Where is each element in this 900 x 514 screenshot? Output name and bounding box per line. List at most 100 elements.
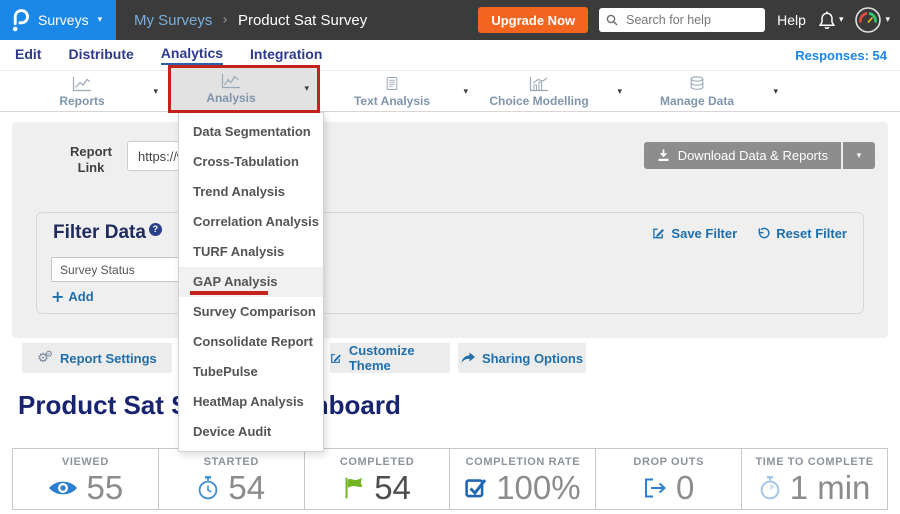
search-input[interactable] bbox=[624, 12, 746, 28]
download-data-reports-button[interactable]: Download Data & Reports bbox=[644, 142, 841, 169]
product-switcher[interactable]: Surveys ▾ bbox=[0, 0, 116, 40]
filter-actions: Save Filter Reset Filter bbox=[652, 226, 847, 241]
notifications-menu[interactable]: ▾ bbox=[818, 11, 844, 30]
edit-icon bbox=[652, 227, 665, 240]
filter-data-title: Filter Data? bbox=[53, 222, 162, 244]
breadcrumb-separator: › bbox=[222, 12, 228, 28]
chevron-down-icon[interactable]: ▾ bbox=[153, 87, 158, 97]
tab-report-settings[interactable]: ⚙⚙ Report Settings bbox=[22, 343, 172, 373]
reset-filter-link[interactable]: Reset Filter bbox=[757, 226, 847, 241]
menu-item-correlation-analysis[interactable]: Correlation Analysis bbox=[179, 207, 323, 237]
toolbar-label: Manage Data bbox=[660, 94, 734, 108]
stat-viewed: VIEWED 55 bbox=[13, 449, 159, 509]
database-icon bbox=[688, 75, 706, 92]
menu-item-turf-analysis[interactable]: TURF Analysis bbox=[179, 237, 323, 267]
download-label: Download Data & Reports bbox=[678, 148, 828, 163]
stat-completed: COMPLETED 54 bbox=[305, 449, 451, 509]
toolbar-label: Text Analysis bbox=[354, 94, 430, 108]
choice-modelling-button[interactable]: Choice Modelling bbox=[470, 71, 608, 112]
chevron-down-icon[interactable]: ▾ bbox=[463, 87, 468, 97]
document-icon bbox=[384, 75, 400, 92]
toolbar-choice-modelling[interactable]: Choice Modelling ▾ bbox=[470, 71, 630, 112]
analytics-toolbar: Reports ▾ Analysis ▾ bbox=[0, 70, 900, 112]
stat-time-to-complete: TIME TO COMPLETE 1 min bbox=[742, 449, 887, 509]
menu-item-device-audit[interactable]: Device Audit bbox=[179, 417, 323, 447]
toolbar-label: Analysis bbox=[206, 91, 255, 105]
search-icon bbox=[606, 14, 618, 26]
analysis-dropdown-menu: Data Segmentation Cross-Tabulation Trend… bbox=[178, 112, 324, 452]
text-analysis-button[interactable]: Text Analysis bbox=[330, 71, 454, 112]
responses-count[interactable]: Responses: 54 bbox=[795, 48, 887, 63]
flag-icon bbox=[343, 477, 365, 499]
menu-item-consolidate-report[interactable]: Consolidate Report bbox=[179, 327, 323, 357]
breadcrumb-current-survey: Product Sat Survey bbox=[238, 12, 367, 29]
menu-item-trend-analysis[interactable]: Trend Analysis bbox=[179, 177, 323, 207]
bell-icon bbox=[818, 11, 836, 30]
menu-item-tubepulse[interactable]: TubePulse bbox=[179, 357, 323, 387]
survey-status-value: Survey Status bbox=[60, 263, 135, 277]
reports-button[interactable]: Reports bbox=[20, 71, 144, 112]
breadcrumb: My Surveys › Product Sat Survey bbox=[134, 12, 367, 29]
toolbar-label: Reports bbox=[59, 94, 104, 108]
plus-icon: + bbox=[51, 290, 64, 303]
eye-icon bbox=[48, 479, 78, 497]
survey-stats-bar: VIEWED 55 STARTED 54 bbox=[12, 448, 888, 510]
toolbar-reports[interactable]: Reports ▾ bbox=[20, 71, 166, 112]
download-options-caret[interactable]: ▾ bbox=[843, 142, 875, 169]
questionpro-dashboard: Surveys ▾ My Surveys › Product Sat Surve… bbox=[0, 0, 900, 514]
report-panel: Report Link Download Data & Reports ▾ Fi… bbox=[12, 122, 888, 338]
manage-data-button[interactable]: Manage Data bbox=[630, 71, 764, 112]
chevron-down-icon[interactable]: ▾ bbox=[304, 84, 309, 94]
exit-icon bbox=[643, 478, 667, 498]
menu-item-cross-tabulation[interactable]: Cross-Tabulation bbox=[179, 147, 323, 177]
menu-item-gap-analysis[interactable]: GAP Analysis bbox=[179, 267, 323, 297]
reset-undo-icon bbox=[757, 227, 770, 240]
nav-item-edit[interactable]: Edit bbox=[15, 46, 41, 64]
stopwatch-light-icon bbox=[759, 476, 781, 500]
add-filter-link[interactable]: + Add bbox=[51, 289, 94, 304]
stat-completion-rate: COMPLETION RATE 100% bbox=[450, 449, 596, 509]
nav-item-analytics[interactable]: Analytics bbox=[161, 45, 223, 65]
gears-icon: ⚙⚙ bbox=[37, 350, 53, 366]
tab-sharing-options[interactable]: Sharing Options bbox=[458, 343, 586, 373]
report-link-label: Report Link bbox=[60, 144, 122, 176]
menu-item-survey-comparison[interactable]: Survey Comparison bbox=[179, 297, 323, 327]
share-icon bbox=[461, 352, 475, 364]
survey-nav: Edit Distribute Analytics Integration Re… bbox=[0, 40, 900, 70]
line-chart-icon bbox=[72, 76, 92, 92]
breadcrumb-my-surveys[interactable]: My Surveys bbox=[134, 12, 212, 29]
top-header: Surveys ▾ My Surveys › Product Sat Surve… bbox=[0, 0, 900, 40]
help-badge-icon[interactable]: ? bbox=[149, 223, 162, 236]
nav-item-distribute[interactable]: Distribute bbox=[68, 46, 133, 64]
product-menu-label: Surveys bbox=[38, 12, 89, 28]
chevron-down-icon[interactable]: ▾ bbox=[617, 87, 622, 97]
checkbox-icon bbox=[465, 477, 487, 499]
menu-item-heatmap-analysis[interactable]: HeatMap Analysis bbox=[179, 387, 323, 417]
toolbar-manage-data[interactable]: Manage Data ▾ bbox=[630, 71, 786, 112]
account-menu[interactable]: ▾ bbox=[855, 7, 890, 33]
chevron-down-icon: ▾ bbox=[98, 15, 103, 25]
help-search-box[interactable] bbox=[599, 8, 765, 32]
save-filter-link[interactable]: Save Filter bbox=[652, 226, 737, 241]
filter-data-box: Filter Data? Save Filter Reset Filter bbox=[36, 212, 864, 314]
pencil-icon bbox=[330, 352, 342, 365]
analysis-button[interactable]: Analysis bbox=[171, 68, 291, 110]
chevron-down-icon: ▾ bbox=[885, 15, 890, 25]
menu-item-data-segmentation[interactable]: Data Segmentation bbox=[179, 117, 323, 147]
questionpro-logo bbox=[10, 7, 29, 33]
download-icon bbox=[657, 149, 670, 162]
analysis-chart-icon bbox=[221, 73, 241, 89]
toolbar-label: Choice Modelling bbox=[489, 94, 588, 108]
stopwatch-icon bbox=[197, 476, 219, 500]
tab-customize-theme[interactable]: Customize Theme bbox=[330, 343, 450, 373]
stat-drop-outs: DROP OUTS 0 bbox=[596, 449, 742, 509]
upgrade-now-button[interactable]: Upgrade Now bbox=[478, 7, 588, 33]
help-link[interactable]: Help bbox=[777, 12, 806, 28]
bar-chart-icon bbox=[529, 76, 549, 92]
nav-item-integration[interactable]: Integration bbox=[250, 46, 322, 64]
avatar bbox=[855, 7, 881, 33]
chevron-down-icon[interactable]: ▾ bbox=[773, 87, 778, 97]
toolbar-text-analysis[interactable]: Text Analysis ▾ bbox=[330, 71, 476, 112]
toolbar-analysis-highlighted[interactable]: Analysis ▾ bbox=[168, 65, 320, 113]
stat-started: STARTED 54 bbox=[159, 449, 305, 509]
